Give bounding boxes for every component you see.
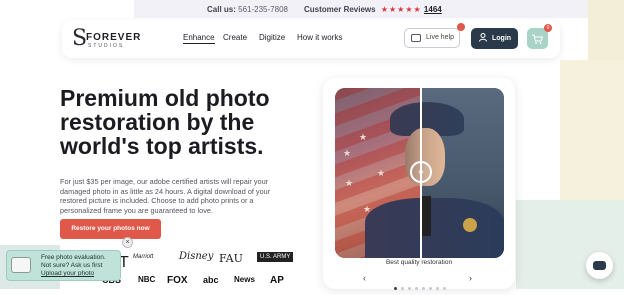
cart-button[interactable]: 0 (527, 24, 552, 49)
flag-star-icon: ★ (345, 178, 354, 188)
flag-star-icon: ★ (359, 132, 368, 142)
reviews-label: Customer Reviews (304, 5, 376, 14)
restore-photos-button[interactable]: Restore your photos now (60, 219, 161, 239)
chat-icon (593, 261, 606, 270)
user-icon (479, 33, 487, 42)
cart-icon (532, 34, 543, 44)
login-button[interactable]: Login (471, 28, 518, 49)
reviews-count-link[interactable]: 1464 (424, 5, 442, 14)
photo-upload-icon (11, 257, 31, 273)
soldier-uniform (365, 198, 504, 258)
notification-dot (457, 23, 465, 31)
comparison-slider-handle-icon[interactable]: ‹› (410, 161, 432, 183)
hero-title: Premium old photo restoration by the wor… (60, 85, 270, 159)
promo-subtitle: Not sure? Ask us first (41, 262, 103, 269)
promo-title: Free photo evaluation. (41, 254, 106, 261)
chat-bubble-icon (411, 34, 421, 42)
carousel-dots (394, 277, 450, 295)
main-navigation: S FOREVER STUDIOS Enhance Create Digitiz… (62, 20, 560, 58)
call-info[interactable]: Call us: 561-235-7808 (207, 5, 288, 14)
nav-item-enhance[interactable]: Enhance (183, 33, 215, 44)
upload-photo-link[interactable]: Upload your photo (41, 270, 94, 277)
logo[interactable]: S FOREVER STUDIOS (72, 27, 152, 53)
logo-subtitle: STUDIOS (88, 43, 125, 49)
carousel-prev-arrow-icon[interactable]: ‹ (363, 273, 366, 283)
login-label: Login (492, 35, 512, 42)
free-evaluation-popup[interactable]: Free photo evaluation. Not sure? Ask us … (6, 237, 133, 281)
restoration-showcase-card: ★ ★ ★ ★ ★ ‹› Best quality restoration ‹ … (323, 78, 515, 290)
rating-stars-icon: ★★★★★ (380, 5, 422, 14)
close-icon[interactable]: × (122, 237, 133, 248)
flag-star-icon: ★ (377, 168, 386, 178)
media-logo-apple-news: News (234, 275, 255, 284)
media-logo-abc: abc (203, 275, 219, 285)
customer-reviews[interactable]: Customer Reviews ★★★★★ 1464 (304, 5, 442, 14)
brand-logo-us-army: U.S. ARMY (257, 252, 294, 262)
nav-item-digitize[interactable]: Digitize (259, 33, 285, 42)
live-help-label: Live help (426, 34, 455, 41)
uniform-emblem (463, 218, 477, 232)
top-info-bar: Call us: 561-235-7808 Customer Reviews ★… (0, 3, 624, 17)
media-logo-nbc: NBC (138, 275, 156, 284)
background-block (560, 60, 624, 200)
call-label: Call us: (207, 5, 236, 14)
nav-item-how-it-works[interactable]: How it works (297, 33, 342, 42)
flag-star-icon: ★ (343, 148, 352, 158)
live-help-button[interactable]: Live help (404, 23, 465, 48)
showcase-caption: Best quality restoration (385, 259, 453, 266)
logo-mark-icon: S (72, 26, 88, 51)
hero-description: For just $35 per image, our adobe certif… (60, 177, 271, 215)
nav-item-create[interactable]: Create (223, 33, 247, 42)
chat-widget-button[interactable] (586, 252, 613, 279)
carousel-next-arrow-icon[interactable]: › (469, 273, 472, 283)
soldier-tie (421, 196, 431, 236)
brand-logo-disney: Disney (179, 251, 214, 262)
brand-logo-marriott: Marriott (133, 254, 154, 260)
brand-logo-fau: FAU (219, 252, 243, 265)
logo-wordmark: FOREVER (86, 32, 142, 43)
media-logo-ap: AP (270, 275, 284, 286)
cart-count-badge: 0 (544, 24, 552, 32)
before-after-photo[interactable]: ★ ★ ★ ★ ★ ‹› (335, 88, 504, 258)
phone-number[interactable]: 561-235-7808 (238, 5, 288, 14)
media-logo-fox: FOX (167, 275, 188, 286)
